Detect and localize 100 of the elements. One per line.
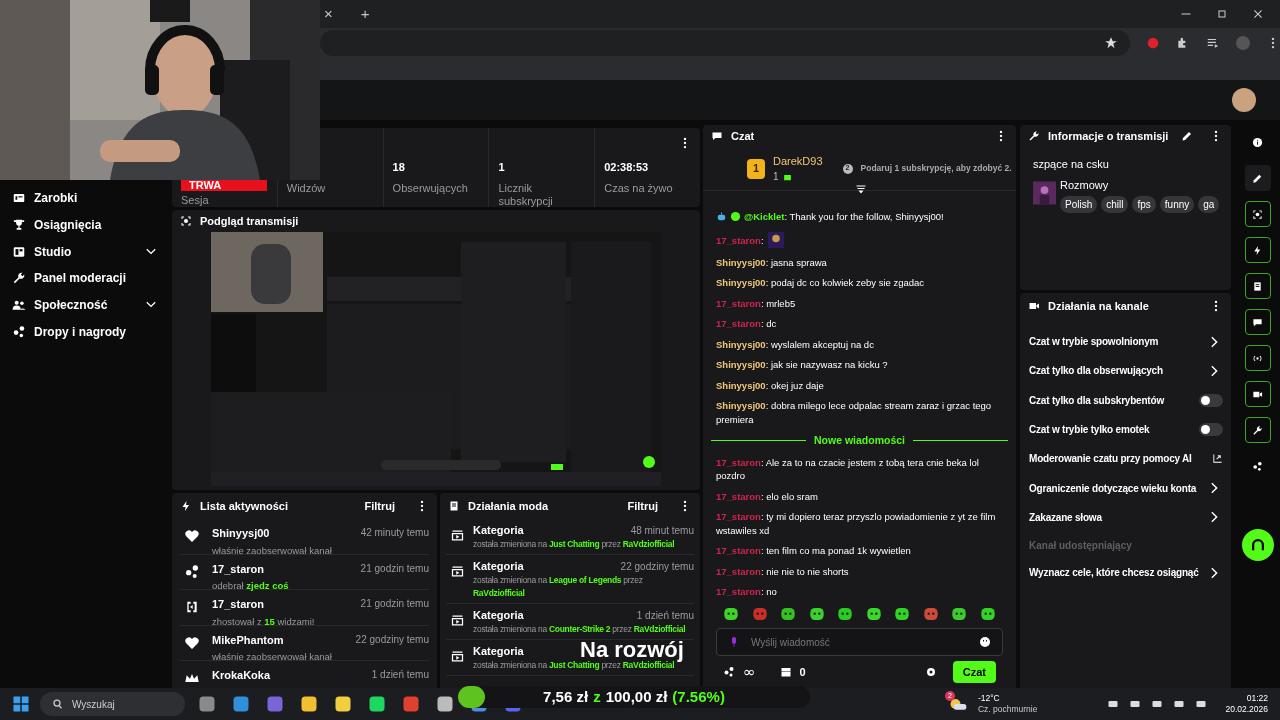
sidebar-item[interactable]: Zarobki	[0, 185, 170, 212]
stat-label: Widzów	[286, 182, 327, 195]
emote-icon	[979, 606, 996, 622]
filter-button[interactable]: Filtruj	[364, 497, 395, 515]
toggle-switch[interactable]	[1199, 423, 1223, 437]
chat-message: 17_staron: Ale za to na czacie jestem z tobą tera cnie beka lol pozdro	[716, 455, 980, 483]
chat-message: 17_staron: dc	[716, 317, 778, 331]
emoji-icon	[979, 636, 991, 648]
rank-badge: 1	[747, 158, 765, 179]
filter-button[interactable]: Filtruj	[627, 497, 658, 515]
panel-title: Czat	[731, 128, 755, 144]
taskbar-app-icon	[300, 695, 318, 713]
leader-name: DarekD93	[773, 153, 823, 169]
channel-action-row[interactable]: Czat tylko dla obserwujących	[1028, 356, 1223, 386]
activity-time: 21 godzin temu	[360, 561, 429, 576]
chat-message: 17_staron:	[716, 230, 1003, 249]
channel-action-row[interactable]: Czat w trybie spowolnionym	[1028, 327, 1223, 357]
rail-button[interactable]	[1244, 381, 1271, 407]
chat-message: Shinyysj00: podaj dc co kolwiek zeby sie zgadac	[716, 276, 926, 290]
stat-label: Obserwujących	[392, 182, 469, 195]
taskbar-search[interactable]: Wyszukaj	[40, 692, 185, 716]
mod-action-title: Kategoria	[473, 558, 524, 574]
sidebar-item[interactable]: Panel moderacji	[0, 265, 170, 292]
tag-chip[interactable]: Polish	[1060, 196, 1098, 213]
live-badge: TRWA	[181, 180, 267, 191]
stat-label: Czas na żywo	[604, 182, 674, 195]
chat-message: Shinyysj00: jak sie nazywasz na kicku ?	[716, 358, 889, 372]
taskbar-app-icon	[402, 695, 420, 713]
sidebar-item[interactable]: Studio	[0, 238, 170, 266]
preview-icon	[180, 215, 192, 227]
rail-button[interactable]	[1244, 237, 1271, 263]
chat-message: @Kicklet: Thank you for the follow, Shinyysj00!	[716, 210, 1003, 224]
taskbar-app-icon	[334, 695, 352, 713]
channel-action-row[interactable]: Czat w trybie tylko emotek	[1028, 414, 1223, 445]
tag-chip[interactable]: chill	[1101, 196, 1129, 213]
help-button[interactable]	[1241, 529, 1274, 561]
notes-icon	[1252, 280, 1263, 292]
heart-icon	[184, 634, 200, 651]
channel-action-row[interactable]: Moderowanie czatu przy pomocy AI	[1028, 444, 1223, 474]
panel-title: Informacje o transmisji	[1048, 128, 1169, 144]
chat-message: 17_staron: nie nie to nie shorts	[716, 564, 850, 579]
rail-button[interactable]	[1244, 201, 1271, 227]
channel-action-row[interactable]: Wyznacz cele, które chcesz osiągnąć	[1028, 558, 1223, 588]
user-avatar[interactable]	[1232, 88, 1256, 112]
rail-button[interactable]	[1244, 345, 1271, 371]
sidebar-item[interactable]: Dropy i nagrody	[0, 318, 170, 346]
chest-icon	[779, 666, 792, 678]
wrench-icon	[1028, 130, 1040, 142]
mod-action-time: 22 godziny temu	[620, 559, 694, 574]
mod-action-time: 1 dzień temu	[636, 608, 694, 623]
sidebar-item[interactable]: Społeczność	[0, 291, 170, 319]
send-button[interactable]: Czat	[952, 661, 996, 683]
rail-button[interactable]	[1244, 165, 1271, 191]
emote-icon	[865, 606, 882, 622]
channel-action-row[interactable]: Zakazane słowa	[1028, 502, 1223, 533]
notes-icon	[448, 500, 460, 512]
sidebar-item[interactable]: Osiągnięcia	[0, 211, 170, 239]
people-icon	[12, 298, 26, 313]
tag-chip[interactable]: funny	[1159, 196, 1195, 213]
heart-icon	[184, 528, 200, 544]
tab-close-button[interactable]: ×	[320, 2, 337, 26]
goal-percent: (7.56%)	[672, 686, 725, 707]
video-list-icon	[450, 528, 465, 543]
toggle-switch[interactable]	[1199, 393, 1223, 407]
chat-message: Shinyysj00: okej juz daje	[716, 378, 825, 392]
message-input[interactable]: Wyślij wiadomość	[716, 628, 1003, 656]
panel-title: Działania moda	[468, 498, 549, 514]
mod-action-description: została zmieniona na Counter-Strike 2 przez RaVdziofficial	[473, 623, 687, 636]
channel-action-row[interactable]: Czat tylko dla subskrybentów	[1028, 385, 1223, 415]
mod-action-description: została zmieniona na Just Chatting przez RaVdziofficial	[473, 660, 675, 672]
rail-button[interactable]	[1244, 273, 1271, 299]
stat-label: Licznik subskrypcji	[498, 182, 554, 207]
activity-user: Shinyysj00	[212, 526, 270, 541]
emote-icon	[766, 230, 785, 249]
chat-message: 17_staron: no	[716, 585, 778, 599]
verified-icon	[730, 211, 741, 222]
activity-time: 1 dzień temu	[371, 668, 429, 682]
category-name: Rozmowy	[1060, 177, 1110, 193]
activity-description: zhostował z 15 widzami!	[212, 614, 316, 629]
rail-button[interactable]	[1244, 417, 1271, 443]
playlist-icon	[1206, 36, 1220, 50]
robot-icon	[716, 211, 727, 222]
emote-icon	[922, 606, 939, 622]
taskbar-app-icon	[436, 695, 454, 713]
tag-chip[interactable]: fps	[1132, 196, 1156, 213]
drops-icon	[12, 324, 26, 339]
mod-action-description: została zmieniona na League of Legends przez RaVdziofficial	[473, 574, 644, 600]
chat-message: Shinyysj00: wyslalem akceptuj na dc	[716, 337, 875, 351]
tag-chip[interactable]: ga	[1198, 196, 1220, 213]
emote-icon	[894, 606, 911, 622]
stat-label: Sesja	[181, 194, 210, 207]
video-list-icon	[450, 649, 465, 664]
activity-user: MikePhantom	[212, 632, 284, 648]
host-icon	[184, 599, 200, 615]
rail-button[interactable]	[1244, 309, 1271, 335]
channel-action-row[interactable]: Ograniczenie dotyczące wieku konta	[1028, 473, 1223, 503]
new-tab-button[interactable]: +	[356, 2, 374, 26]
mod-action-title: Kategoria	[473, 643, 524, 659]
video-list-icon	[450, 613, 465, 628]
goal-title: Na rozwój	[580, 637, 684, 662]
